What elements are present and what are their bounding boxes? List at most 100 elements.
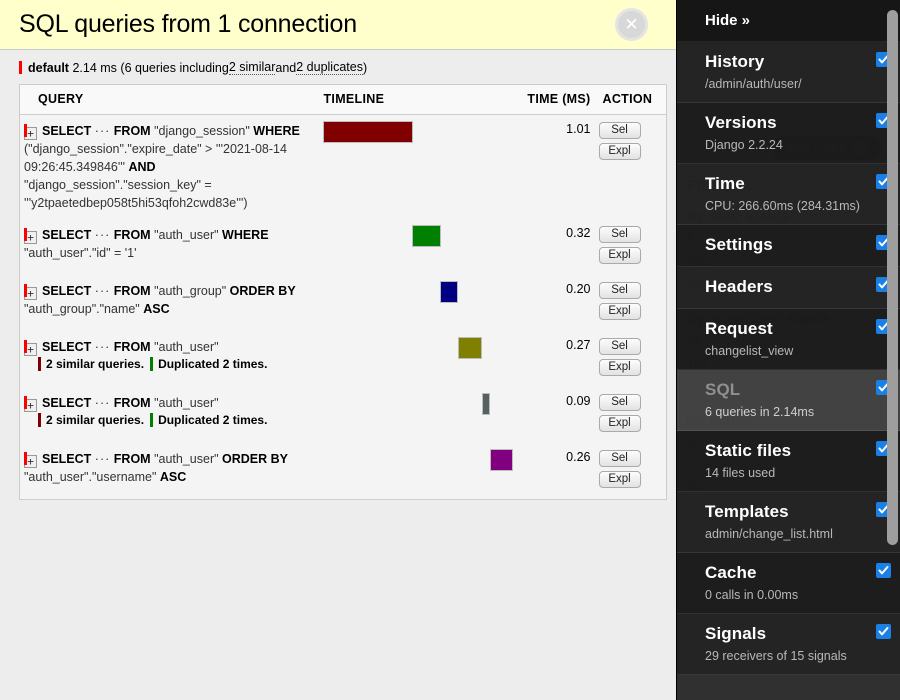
toolbar-scrollbar-thumb[interactable] bbox=[887, 10, 898, 545]
timeline-cell bbox=[320, 219, 510, 275]
table-row: + SELECT ··· FROM "auth_group" ORDER BY "… bbox=[20, 275, 667, 331]
query-sql-text[interactable]: SELECT ··· FROM "auth_user" bbox=[42, 396, 219, 410]
query-time-value: 0.26 bbox=[566, 450, 591, 464]
column-header-timeline[interactable]: TIMELINE bbox=[319, 84, 510, 115]
query-color-swatch bbox=[24, 452, 27, 465]
toolbar-panel-title: Templates bbox=[705, 502, 789, 521]
toolbar-panel-title: Static files bbox=[705, 441, 792, 460]
toolbar-panel-static-files[interactable]: Static files 14 files used bbox=[677, 431, 900, 492]
toolbar-panel-request[interactable]: Request changelist_view bbox=[677, 309, 900, 370]
timeline-cell bbox=[320, 443, 513, 500]
toolbar-panel-subtitle: 29 receivers of 15 signals bbox=[705, 649, 847, 663]
toolbar-panel-sql[interactable]: SQL 6 queries in 2.14ms bbox=[677, 370, 900, 431]
toolbar-panel-title: Time bbox=[705, 174, 745, 193]
query-cell: + SELECT ··· FROM "django_session" WHERE … bbox=[20, 115, 320, 220]
select-button[interactable]: Sel bbox=[598, 122, 641, 139]
close-icon[interactable]: ✕ bbox=[615, 8, 648, 41]
toolbar-panel-headers[interactable]: Headers bbox=[677, 267, 900, 309]
sql-queries-table: QUERY TIMELINE TIME (MS) ACTION + SELECT … bbox=[19, 84, 667, 500]
toolbar-panel-cache[interactable]: Cache 0 calls in 0.00ms bbox=[677, 553, 900, 614]
timeline-bar[interactable] bbox=[439, 281, 458, 303]
sql-panel: SQL queries from 1 connection ✕ default … bbox=[0, 0, 677, 700]
query-color-swatch bbox=[24, 340, 27, 353]
toolbar-panel-subtitle: changelist_view bbox=[705, 344, 794, 358]
similar-queries-badge: 2 similar queries. bbox=[38, 413, 145, 427]
timeline-bar[interactable] bbox=[457, 337, 482, 359]
query-sql-text[interactable]: SELECT ··· FROM "django_session" WHERE (… bbox=[24, 124, 300, 210]
action-cell: Sel Expl bbox=[595, 275, 667, 331]
select-button[interactable]: Sel bbox=[598, 394, 641, 411]
duplicate-queries-link[interactable]: 2 duplicates bbox=[296, 60, 363, 75]
toolbar-panel-signals[interactable]: Signals 29 receivers of 15 signals bbox=[677, 614, 900, 675]
query-color-swatch bbox=[24, 124, 27, 137]
table-row: + SELECT ··· FROM "auth_user" WHERE "auth… bbox=[20, 219, 667, 275]
explain-button[interactable]: Expl bbox=[598, 415, 641, 432]
action-cell: Sel Expl bbox=[595, 331, 667, 387]
timeline-bar[interactable] bbox=[489, 449, 513, 471]
summary-suffix: ) bbox=[362, 60, 368, 75]
query-sql-text[interactable]: SELECT ··· FROM "auth_user" WHERE "auth_… bbox=[24, 228, 269, 260]
checkmark-icon[interactable] bbox=[876, 624, 891, 639]
explain-button[interactable]: Expl bbox=[598, 471, 641, 488]
table-header-row: QUERY TIMELINE TIME (MS) ACTION bbox=[19, 84, 667, 115]
summary-joiner: and bbox=[275, 60, 297, 75]
query-cell: + SELECT ··· FROM "auth_group" ORDER BY "… bbox=[20, 275, 320, 331]
sql-rows-body: + SELECT ··· FROM "django_session" WHERE … bbox=[20, 115, 667, 500]
query-sql-text[interactable]: SELECT ··· FROM "auth_user" bbox=[42, 340, 219, 354]
select-button[interactable]: Sel bbox=[598, 338, 641, 355]
connection-total-time: 2.14 ms bbox=[72, 60, 117, 75]
query-cell: + SELECT ··· FROM "auth_user" ORDER BY "a… bbox=[20, 443, 320, 500]
query-sql-text[interactable]: SELECT ··· FROM "auth_group" ORDER BY "a… bbox=[24, 284, 296, 316]
select-button[interactable]: Sel bbox=[598, 226, 641, 243]
duplicate-queries-badge: Duplicated 2 times. bbox=[150, 413, 268, 427]
select-button[interactable]: Sel bbox=[598, 282, 641, 299]
toolbar-panel-title: Cache bbox=[705, 563, 757, 582]
query-cell: + SELECT ··· FROM "auth_user" WHERE "auth… bbox=[20, 219, 320, 275]
query-color-swatch bbox=[24, 284, 27, 297]
connection-color-swatch bbox=[19, 61, 22, 74]
action-cell: Sel Expl bbox=[595, 443, 667, 500]
toolbar-panel-history[interactable]: History/admin/auth/user/ bbox=[677, 42, 900, 103]
panel-header: SQL queries from 1 connection ✕ bbox=[0, 0, 676, 50]
query-color-swatch bbox=[24, 396, 27, 409]
timeline-bar[interactable] bbox=[481, 393, 490, 415]
timeline-bar[interactable] bbox=[322, 121, 413, 143]
query-time-value: 0.20 bbox=[566, 282, 591, 296]
explain-button[interactable]: Expl bbox=[598, 143, 641, 160]
toolbar-panel-subtitle: 6 queries in 2.14ms bbox=[705, 405, 815, 419]
panel-content: default 2.14 ms (6 queries including 2 s… bbox=[0, 50, 676, 500]
timeline-cell bbox=[320, 115, 510, 220]
checkmark-icon[interactable] bbox=[876, 563, 891, 578]
toolbar-panel-title: History bbox=[705, 52, 765, 71]
toolbar-panel-time[interactable]: Time CPU: 266.60ms (284.31ms) bbox=[677, 164, 900, 225]
toolbar-panel-settings[interactable]: Settings bbox=[677, 225, 900, 267]
column-header-query[interactable]: QUERY bbox=[19, 84, 320, 115]
timeline-cell bbox=[320, 275, 510, 331]
summary-prefix: (6 queries including bbox=[120, 60, 229, 75]
query-warnings: 2 similar queries. Duplicated 2 times. bbox=[24, 357, 316, 371]
toolbar-panel-templates[interactable]: Templates admin/change_list.html bbox=[677, 492, 900, 553]
toolbar-panel-subtitle: 14 files used bbox=[705, 466, 776, 480]
duplicate-queries-badge: Duplicated 2 times. bbox=[150, 357, 268, 371]
timeline-cell bbox=[320, 331, 510, 387]
similar-queries-link[interactable]: 2 similar bbox=[228, 60, 276, 75]
table-row: + SELECT ··· FROM "django_session" WHERE … bbox=[20, 115, 667, 220]
toolbar-panel-subtitle: Django 2.2.24 bbox=[705, 138, 783, 152]
explain-button[interactable]: Expl bbox=[598, 303, 641, 320]
toolbar-panel-subtitle: /admin/auth/user/ bbox=[705, 77, 802, 91]
column-header-time[interactable]: TIME (MS) bbox=[509, 84, 595, 115]
select-button[interactable]: Sel bbox=[598, 450, 641, 467]
toolbar-panel-title: Settings bbox=[705, 235, 773, 254]
query-warnings: 2 similar queries. Duplicated 2 times. bbox=[24, 413, 316, 427]
debug-toolbar: Hide » History/admin/auth/user/Versions D… bbox=[676, 0, 900, 700]
toolbar-panel-title: Request bbox=[705, 319, 773, 338]
toolbar-panel-versions[interactable]: Versions Django 2.2.24 bbox=[677, 103, 900, 164]
column-header-action: ACTION bbox=[594, 84, 667, 115]
explain-button[interactable]: Expl bbox=[598, 247, 641, 264]
timeline-bar[interactable] bbox=[411, 225, 441, 247]
hide-toolbar-button[interactable]: Hide » bbox=[677, 0, 900, 42]
toolbar-panel-subtitle: admin/change_list.html bbox=[705, 527, 833, 541]
explain-button[interactable]: Expl bbox=[598, 359, 641, 376]
query-sql-text[interactable]: SELECT ··· FROM "auth_user" ORDER BY "au… bbox=[24, 452, 288, 484]
toolbar-panel-subtitle: CPU: 266.60ms (284.31ms) bbox=[705, 199, 860, 213]
